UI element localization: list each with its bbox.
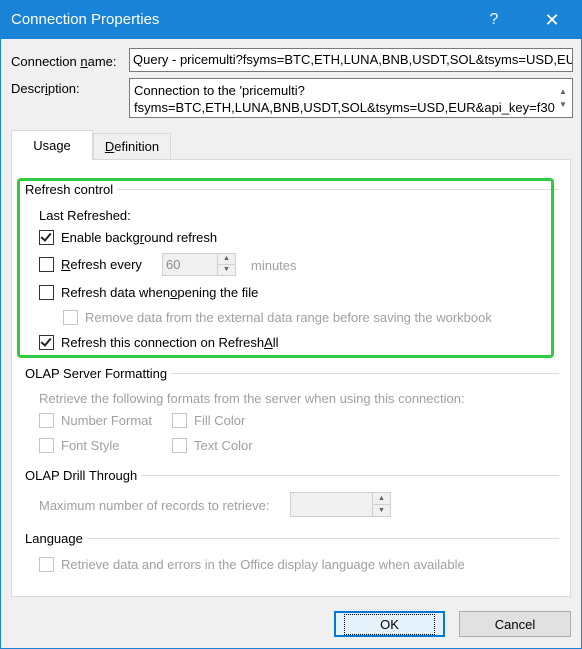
language-divider: [25, 538, 559, 539]
close-icon: ✕: [544, 9, 560, 30]
olap-drill-title: OLAP Drill Through: [25, 468, 142, 483]
description-textarea[interactable]: Connection to the 'pricemulti? fsyms=BTC…: [129, 78, 573, 118]
olap-formatting-desc: Retrieve the following formats from the …: [39, 391, 465, 406]
fill-color-checkbox[interactable]: Fill Color: [172, 413, 245, 428]
title-bar: Connection Properties ? ✕: [1, 1, 581, 39]
spin-up-icon[interactable]: ▲: [373, 493, 390, 505]
max-records-spinner[interactable]: ▲ ▼: [290, 492, 391, 517]
description-line-1: Connection to the 'pricemulti?: [134, 83, 305, 98]
checkbox-box: [39, 438, 54, 453]
refresh-control-highlight: [17, 178, 554, 358]
connection-name-input[interactable]: Query - pricemulti?fsyms=BTC,ETH,LUNA,BN…: [129, 48, 573, 72]
checkbox-box: [39, 557, 54, 572]
number-format-checkbox[interactable]: Number Format: [39, 413, 152, 428]
connection-name-label: Connection name:: [11, 54, 117, 69]
description-scrollbar[interactable]: ▲ ▼: [555, 79, 572, 117]
olap-formatting-title: OLAP Server Formatting: [25, 366, 172, 381]
close-button[interactable]: ✕: [529, 1, 575, 39]
description-line-2: fsyms=BTC,ETH,LUNA,BNB,USDT,SOL&tsyms=US…: [134, 100, 570, 115]
help-icon: ?: [489, 11, 499, 28]
tab-usage[interactable]: Usage: [11, 130, 93, 160]
ok-button[interactable]: OK: [334, 611, 445, 637]
font-style-checkbox[interactable]: Font Style: [39, 438, 120, 453]
checkbox-box: [39, 413, 54, 428]
office-language-checkbox[interactable]: Retrieve data and errors in the Office d…: [39, 557, 465, 572]
text-color-checkbox[interactable]: Text Color: [172, 438, 253, 453]
spin-down-icon[interactable]: ▼: [373, 505, 390, 517]
tab-definition[interactable]: Definition: [93, 133, 171, 159]
cancel-button[interactable]: Cancel: [459, 611, 571, 637]
language-title: Language: [25, 531, 87, 546]
help-button[interactable]: ?: [471, 1, 517, 39]
description-label: Description:: [11, 81, 80, 96]
max-records-label: Maximum number of records to retrieve:: [39, 498, 270, 513]
scroll-down-icon[interactable]: ▼: [559, 96, 567, 113]
window-title: Connection Properties: [11, 11, 160, 28]
checkbox-box: [172, 438, 187, 453]
checkbox-box: [172, 413, 187, 428]
connection-properties-dialog: Connection Properties ? ✕ Connection nam…: [0, 0, 582, 649]
